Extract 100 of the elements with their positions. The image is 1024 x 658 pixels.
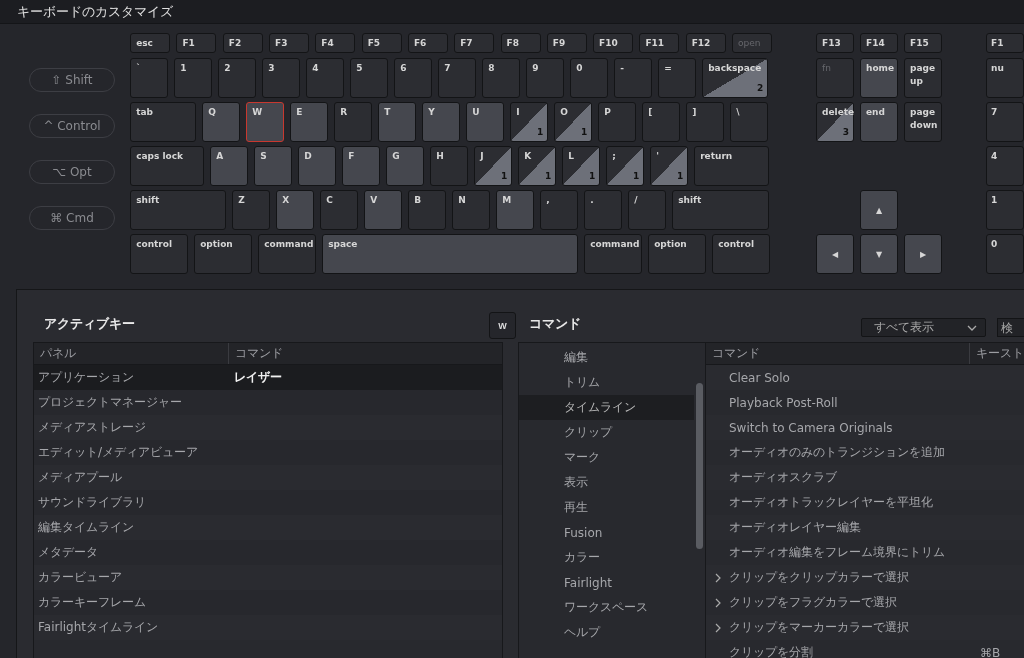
keyboard-key[interactable]: end	[860, 102, 898, 142]
chevron-right-icon[interactable]	[715, 572, 721, 583]
keyboard-key[interactable]: F9	[546, 33, 587, 53]
keyboard-key[interactable]: F8	[500, 33, 541, 53]
category-item[interactable]: クリップ	[519, 420, 694, 445]
category-item[interactable]: 再生	[519, 495, 694, 520]
keyboard-key[interactable]: 1	[986, 190, 1024, 230]
keyboard-key[interactable]: F2	[222, 33, 263, 53]
keyboard-key[interactable]: 0	[986, 234, 1024, 274]
keyboard-key[interactable]: G	[386, 146, 425, 186]
keyboard-key[interactable]: F13	[816, 33, 854, 53]
keyboard-key[interactable]: F	[342, 146, 381, 186]
keyboard-key[interactable]: page down	[904, 102, 942, 142]
keyboard-key[interactable]: shift	[672, 190, 770, 230]
keyboard-key[interactable]: F3	[269, 33, 310, 53]
search-field[interactable]: 検	[997, 318, 1024, 337]
keyboard-key[interactable]: I 1	[510, 102, 549, 142]
category-item[interactable]: マーク	[519, 445, 694, 470]
keyboard-key[interactable]: ' 1	[650, 146, 689, 186]
keyboard-key[interactable]: A	[210, 146, 249, 186]
keyboard-key[interactable]: H	[430, 146, 469, 186]
keyboard-key[interactable]: -	[614, 58, 653, 98]
category-item[interactable]: Fusion	[519, 520, 694, 545]
keyboard-key[interactable]: ; 1	[606, 146, 645, 186]
keyboard-key[interactable]: R	[334, 102, 373, 142]
keyboard-key[interactable]: =	[658, 58, 697, 98]
keyboard-key[interactable]: ▶	[904, 234, 942, 274]
category-item[interactable]: Fairlight	[519, 570, 694, 595]
keyboard-key[interactable]: caps lock	[130, 146, 205, 186]
keyboard-key[interactable]: M	[496, 190, 535, 230]
keyboard-key[interactable]: command	[584, 234, 643, 274]
keyboard-key[interactable]: 1	[174, 58, 213, 98]
key-button[interactable]: W	[489, 312, 516, 339]
keyboard-key[interactable]: K 1	[518, 146, 557, 186]
keyboard-key[interactable]: P	[598, 102, 637, 142]
keyboard-key[interactable]: 3	[262, 58, 301, 98]
column-header[interactable]: コマンド	[229, 343, 283, 364]
keyboard-key[interactable]: B	[408, 190, 447, 230]
keyboard-key[interactable]: `	[130, 58, 169, 98]
keyboard-key[interactable]: F1	[176, 33, 217, 53]
keyboard-key[interactable]: 5	[350, 58, 389, 98]
keyboard-key[interactable]: backspace 2	[702, 58, 769, 98]
keyboard-key[interactable]: ▲	[860, 190, 898, 230]
keyboard-key[interactable]: V	[364, 190, 403, 230]
keyboard-key[interactable]: F1	[986, 33, 1024, 53]
keyboard-key[interactable]: J 1	[474, 146, 513, 186]
keyboard-key[interactable]: 7	[438, 58, 477, 98]
keyboard-key[interactable]: 2	[218, 58, 257, 98]
keyboard-key[interactable]: page up	[904, 58, 942, 98]
column-header[interactable]: キースト	[970, 343, 1024, 364]
keyboard-key[interactable]: tab	[130, 102, 197, 142]
keyboard-key[interactable]: X	[276, 190, 315, 230]
keyboard-key[interactable]: control	[712, 234, 771, 274]
keyboard-key[interactable]: C	[320, 190, 359, 230]
keyboard-key[interactable]: N	[452, 190, 491, 230]
category-item[interactable]: タイムライン	[519, 395, 694, 420]
keyboard-key[interactable]: /	[628, 190, 667, 230]
chevron-right-icon[interactable]	[715, 597, 721, 608]
keyboard-key[interactable]: home	[860, 58, 898, 98]
keyboard-key[interactable]: 0	[570, 58, 609, 98]
category-item[interactable]: ヘルプ	[519, 620, 694, 645]
chevron-right-icon[interactable]	[715, 622, 721, 633]
keyboard-key[interactable]: L 1	[562, 146, 601, 186]
column-header[interactable]: パネル	[34, 343, 229, 364]
keyboard-key[interactable]: 4	[306, 58, 345, 98]
keyboard-key[interactable]: Z	[232, 190, 271, 230]
keyboard-key[interactable]: ◀	[816, 234, 854, 274]
keyboard-key[interactable]: option	[194, 234, 253, 274]
keyboard-key[interactable]: Y	[422, 102, 461, 142]
keyboard-key[interactable]: Q	[202, 102, 241, 142]
keyboard-key[interactable]: 7	[986, 102, 1024, 142]
keyboard-key[interactable]: F12	[685, 33, 726, 53]
keyboard-key[interactable]: space	[322, 234, 579, 274]
keyboard-key[interactable]: W	[246, 102, 285, 142]
keyboard-key[interactable]: control	[130, 234, 189, 274]
keyboard-key[interactable]: 9	[526, 58, 565, 98]
category-item[interactable]: 表示	[519, 470, 694, 495]
keyboard-key[interactable]: U	[466, 102, 505, 142]
keyboard-key[interactable]: O 1	[554, 102, 593, 142]
filter-dropdown[interactable]: すべて表示	[861, 318, 986, 337]
keyboard-key[interactable]: ]	[686, 102, 725, 142]
keyboard-key[interactable]: F11	[639, 33, 680, 53]
scrollbar[interactable]	[696, 383, 703, 549]
keyboard-key[interactable]: esc	[130, 33, 171, 53]
keyboard-key[interactable]: nu	[986, 58, 1024, 98]
keyboard-key[interactable]: 8	[482, 58, 521, 98]
keyboard-key[interactable]: ▼	[860, 234, 898, 274]
keyboard-key[interactable]: T	[378, 102, 417, 142]
keyboard-key[interactable]: 4	[986, 146, 1024, 186]
keyboard-key[interactable]: F4	[315, 33, 356, 53]
table-row[interactable]: アプリケーション レイザー	[34, 365, 502, 390]
keyboard-key[interactable]: F7	[454, 33, 495, 53]
keyboard-key[interactable]: F10	[593, 33, 634, 53]
keyboard-key[interactable]: S	[254, 146, 293, 186]
keyboard-key[interactable]: F14	[860, 33, 898, 53]
keyboard-key[interactable]: D	[298, 146, 337, 186]
keyboard-key[interactable]: 6	[394, 58, 433, 98]
keyboard-key[interactable]: ,	[540, 190, 579, 230]
keyboard-key[interactable]: F5	[361, 33, 402, 53]
category-item[interactable]: ワークスペース	[519, 595, 694, 620]
